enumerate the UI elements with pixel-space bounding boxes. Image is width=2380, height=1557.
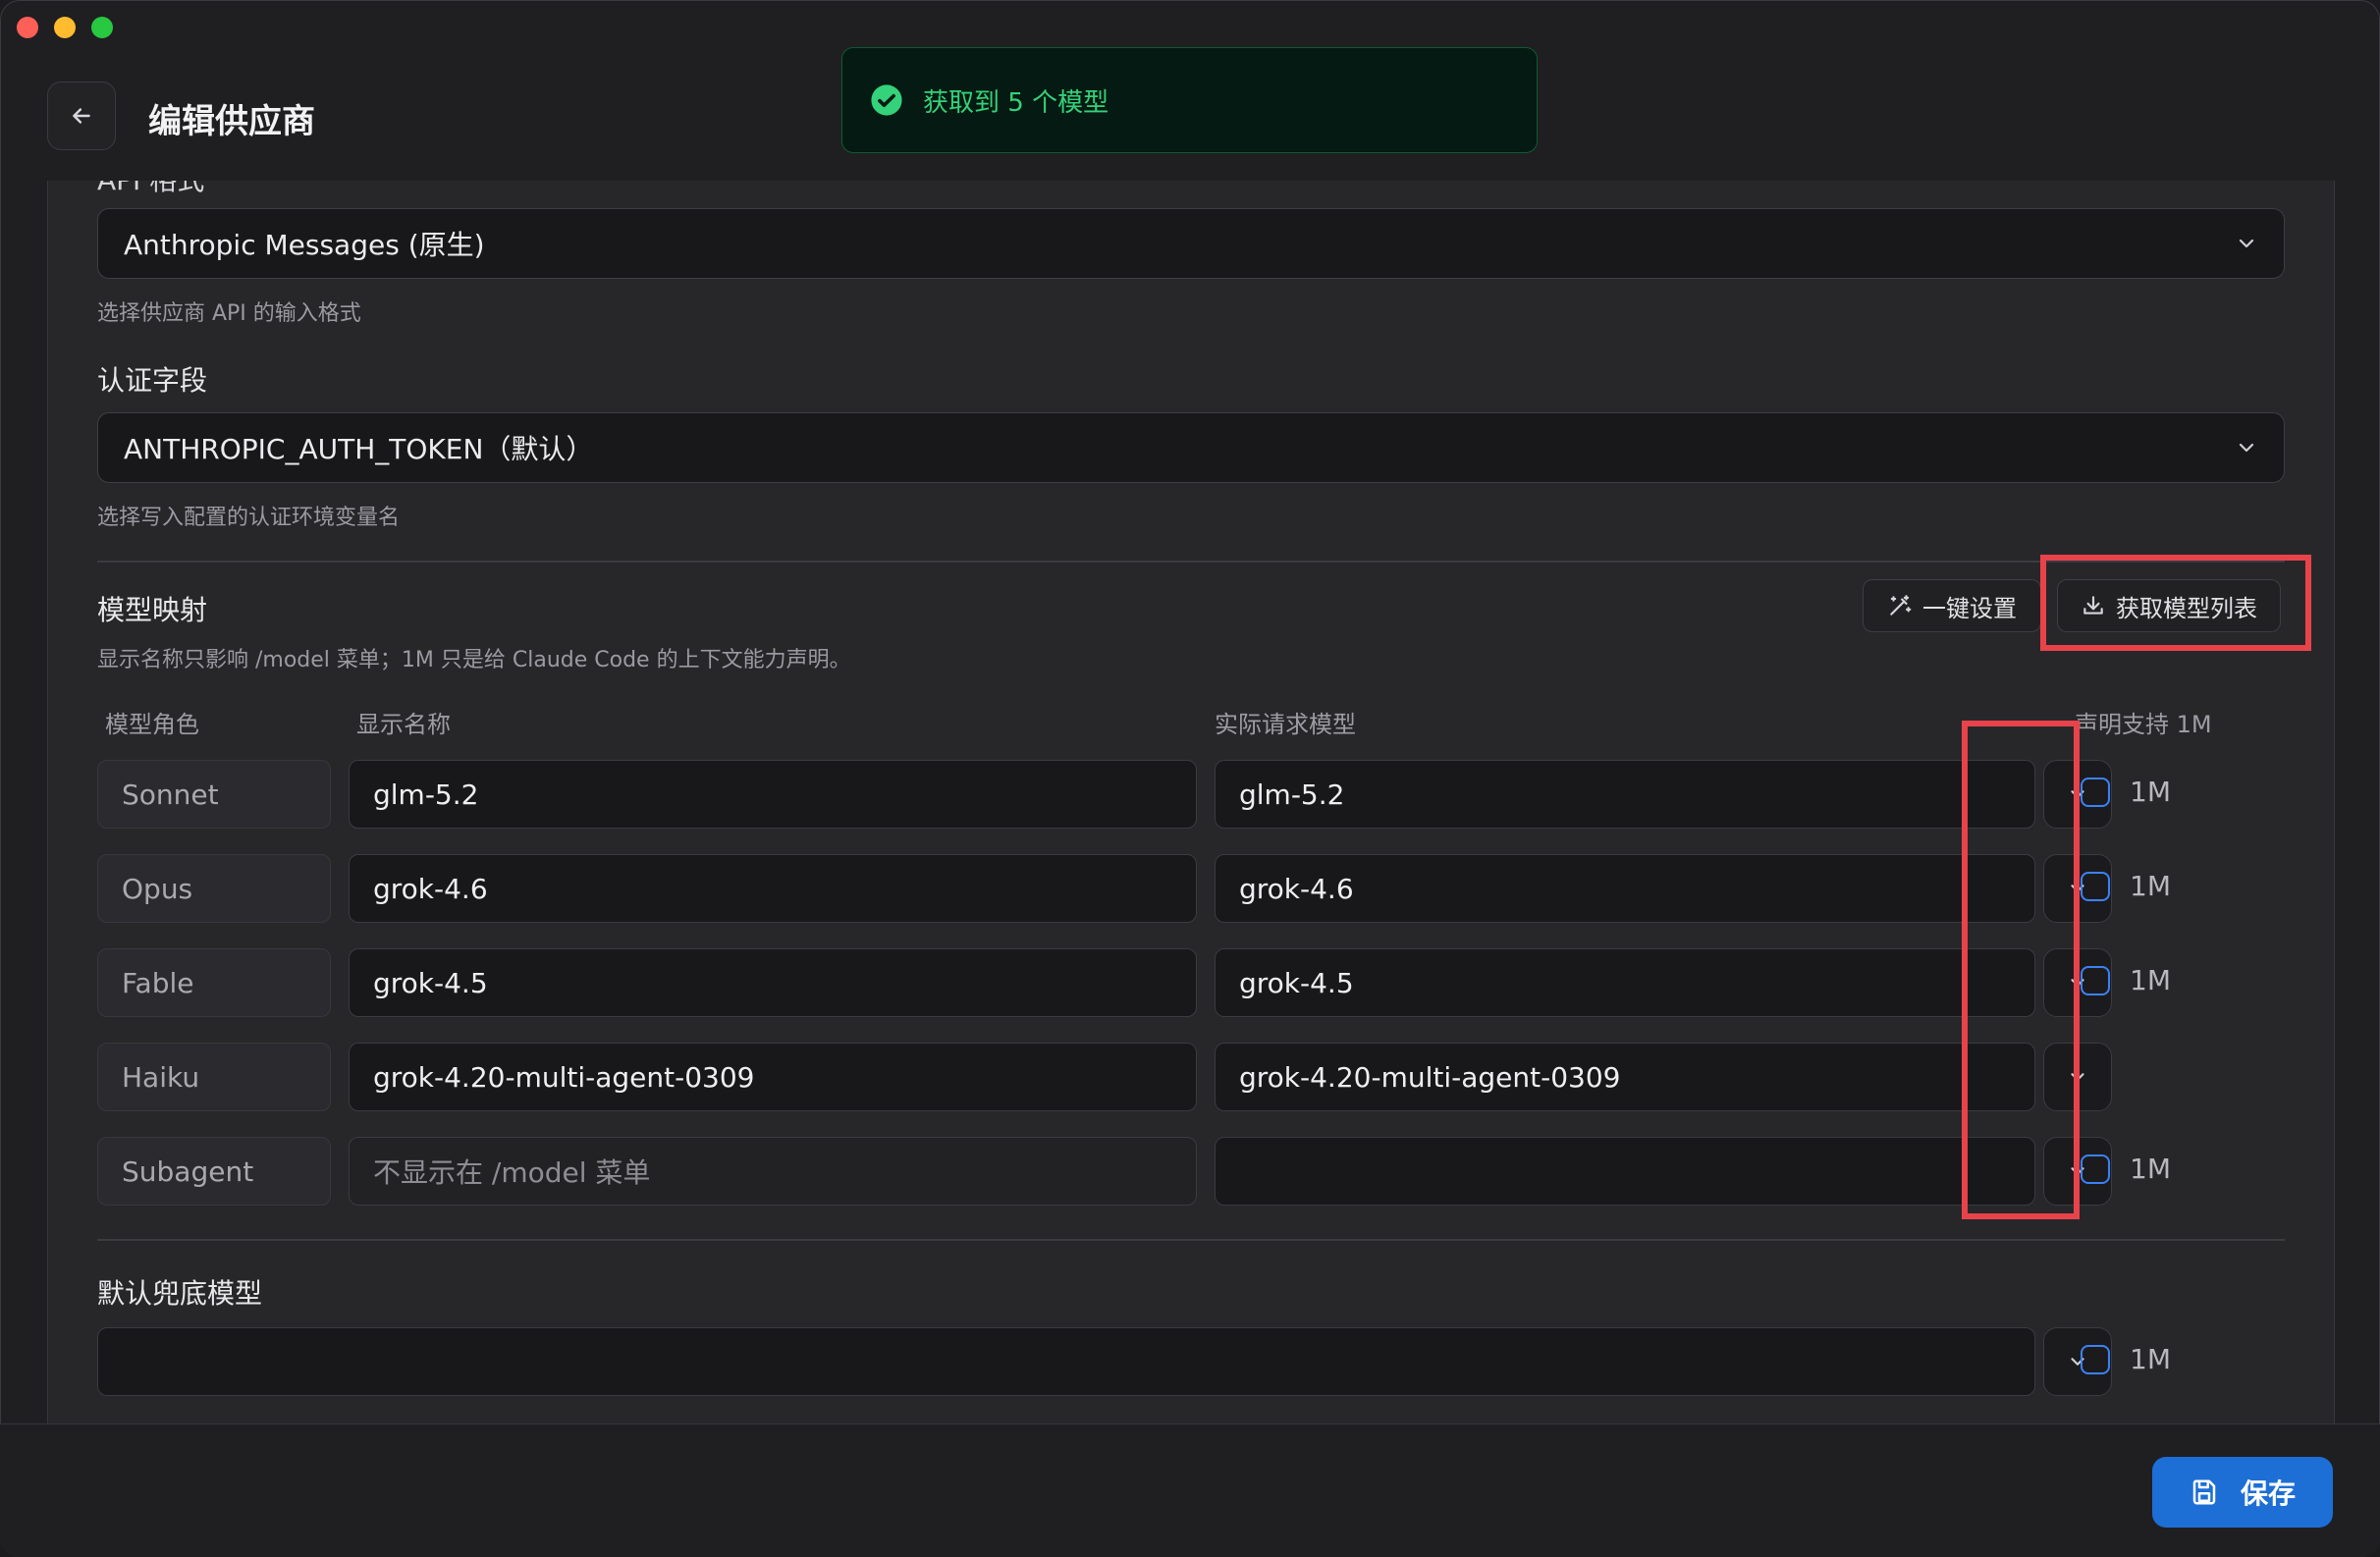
magic-wand-icon bbox=[1890, 595, 1912, 616]
role-subagent: Subagent bbox=[97, 1137, 331, 1206]
one-click-setup-button[interactable]: 一键设置 bbox=[1863, 579, 2041, 632]
column-header-declare-1m: 声明支持 1M bbox=[2075, 711, 2212, 738]
display-name-input[interactable]: grok-4.5 bbox=[349, 948, 1197, 1017]
display-name-input[interactable]: grok-4.6 bbox=[349, 854, 1197, 923]
section-divider bbox=[97, 1239, 2285, 1241]
toast-message: 获取到 5 个模型 bbox=[923, 87, 1109, 118]
save-label: 保存 bbox=[2240, 1477, 2296, 1510]
api-format-value: Anthropic Messages (原生) bbox=[124, 229, 485, 261]
footer-bar bbox=[0, 1423, 2380, 1557]
arrow-left-icon bbox=[73, 108, 90, 124]
save-button[interactable]: 保存 bbox=[2152, 1457, 2333, 1528]
check-circle-icon bbox=[871, 84, 902, 116]
actual-model-input[interactable]: grok-4.6 bbox=[1215, 854, 2035, 923]
back-button[interactable] bbox=[47, 81, 116, 150]
success-toast: 获取到 5 个模型 bbox=[841, 47, 1538, 153]
auth-field-help: 选择写入配置的认证环境变量名 bbox=[97, 506, 401, 530]
checkbox-box[interactable] bbox=[2081, 777, 2110, 807]
one-click-setup-label: 一键设置 bbox=[1922, 594, 2017, 622]
column-header-role: 模型角色 bbox=[105, 711, 199, 738]
save-icon bbox=[2192, 1479, 2216, 1505]
fallback-1m-label: 1M bbox=[2130, 1343, 2171, 1375]
role-sonnet: Sonnet bbox=[97, 760, 331, 829]
zoom-window-button[interactable] bbox=[91, 17, 113, 38]
declare-1m-checkbox[interactable]: 1M bbox=[2081, 870, 2171, 902]
role-haiku: Haiku bbox=[97, 1043, 331, 1111]
page-title: 编辑供应商 bbox=[148, 102, 315, 141]
column-header-display: 显示名称 bbox=[356, 711, 451, 738]
declare-1m-checkbox[interactable]: 1M bbox=[2081, 964, 2171, 996]
column-header-actual: 实际请求模型 bbox=[1215, 711, 1356, 738]
api-format-select[interactable]: Anthropic Messages (原生) bbox=[97, 208, 2285, 279]
display-name-input[interactable]: glm-5.2 bbox=[349, 760, 1197, 829]
highlight-fetch-button bbox=[2040, 555, 2311, 651]
fallback-1m-checkbox[interactable]: 1M bbox=[2081, 1343, 2171, 1375]
declare-1m-checkbox[interactable]: 1M bbox=[2081, 776, 2171, 808]
highlight-dropdown-column bbox=[1962, 721, 2080, 1219]
fallback-model-label: 默认兜底模型 bbox=[97, 1277, 263, 1310]
section-divider bbox=[97, 561, 2285, 563]
checkbox-box[interactable] bbox=[2081, 965, 2110, 995]
role-opus: Opus bbox=[97, 854, 331, 923]
checkbox-box[interactable] bbox=[2081, 1154, 2110, 1184]
minimize-window-button[interactable] bbox=[54, 17, 76, 38]
api-format-help: 选择供应商 API 的输入格式 bbox=[97, 301, 361, 326]
auth-field-select[interactable]: ANTHROPIC_AUTH_TOKEN（默认） bbox=[97, 412, 2285, 483]
close-window-button[interactable] bbox=[17, 17, 38, 38]
actual-model-input[interactable] bbox=[1215, 1137, 2035, 1206]
declare-1m-label: 1M bbox=[2130, 776, 2171, 808]
window-controls bbox=[17, 17, 113, 38]
checkbox-box[interactable] bbox=[2081, 871, 2110, 901]
actual-model-input[interactable]: grok-4.20-multi-agent-0309 bbox=[1215, 1043, 2035, 1111]
checkbox-box[interactable] bbox=[2081, 1344, 2110, 1374]
role-fable: Fable bbox=[97, 948, 331, 1017]
app-window: 编辑供应商 API 格式 Anthropic Messages (原生) 选择供… bbox=[0, 0, 2380, 1557]
model-mapping-description: 显示名称只影响 /model 菜单；1M 只是给 Claude Code 的上下… bbox=[97, 648, 851, 672]
declare-1m-label: 1M bbox=[2130, 870, 2171, 902]
declare-1m-label: 1M bbox=[2130, 1153, 2171, 1185]
fallback-model-input[interactable] bbox=[97, 1327, 2035, 1396]
model-mapping-title: 模型映射 bbox=[97, 594, 208, 626]
auth-field-value: ANTHROPIC_AUTH_TOKEN（默认） bbox=[124, 433, 594, 465]
chevron-down-icon bbox=[2239, 239, 2254, 248]
actual-model-input[interactable]: grok-4.5 bbox=[1215, 948, 2035, 1017]
declare-1m-label: 1M bbox=[2130, 964, 2171, 996]
auth-field-label: 认证字段 bbox=[97, 364, 208, 397]
actual-model-input[interactable]: glm-5.2 bbox=[1215, 760, 2035, 829]
api-format-label: API 格式 bbox=[97, 181, 204, 198]
display-name-input[interactable]: grok-4.20-multi-agent-0309 bbox=[349, 1043, 1197, 1111]
display-name-input[interactable]: 不显示在 /model 菜单 bbox=[349, 1137, 1197, 1206]
chevron-down-icon bbox=[2239, 443, 2254, 453]
declare-1m-checkbox[interactable]: 1M bbox=[2081, 1153, 2171, 1185]
